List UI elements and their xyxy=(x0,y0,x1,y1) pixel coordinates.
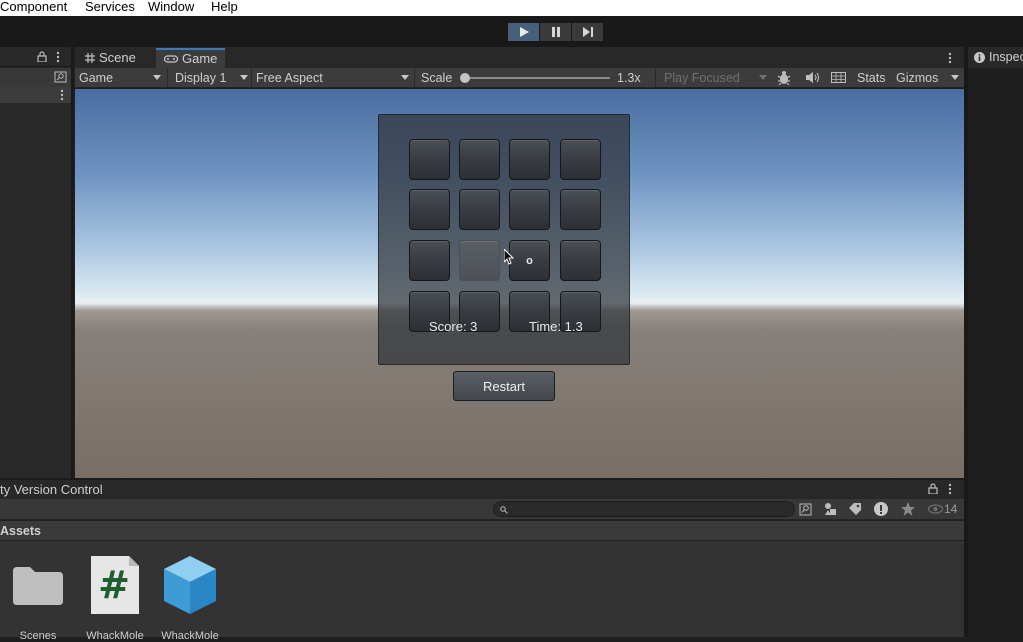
mole-hole-button[interactable] xyxy=(509,189,550,230)
label-tag-icon[interactable] xyxy=(849,503,862,515)
menu-services[interactable]: Services xyxy=(85,0,135,15)
gamepad-icon xyxy=(164,55,178,63)
game-viewport[interactable]: o Score: 3 Time: 1.3 Restart xyxy=(75,89,964,478)
hidden-packages-count: 14 xyxy=(944,502,958,516)
view-dropdown[interactable]: Game xyxy=(79,70,113,86)
mole-hole-button[interactable] xyxy=(459,139,500,180)
tab-version-control[interactable]: ty Version Control xyxy=(0,482,103,497)
assets-breadcrumb: Assets xyxy=(0,521,964,541)
score-text: Score: 3 xyxy=(429,319,478,334)
inspector-title: Inspector xyxy=(989,50,1023,64)
gizmos-button[interactable]: Gizmos xyxy=(896,70,938,86)
project-toolbar: 14 xyxy=(0,499,964,520)
search-by-type-icon[interactable] xyxy=(799,503,812,516)
mole-hole-button[interactable] xyxy=(560,139,601,180)
pause-button[interactable] xyxy=(540,23,571,41)
stats-button[interactable]: Stats xyxy=(857,70,886,86)
mole-hole-button[interactable] xyxy=(509,139,550,180)
scale-slider-track[interactable] xyxy=(464,77,610,79)
scale-label: Scale xyxy=(421,71,453,85)
kebab-menu-icon[interactable] xyxy=(56,51,60,63)
asset-label: WhackMole xyxy=(86,630,144,642)
tab-game-label: Game xyxy=(182,51,218,66)
view-tabs: Scene Game xyxy=(75,47,964,68)
grid-hash-icon xyxy=(85,53,95,63)
breadcrumb-assets[interactable]: Assets xyxy=(0,524,41,538)
mole-hole-button[interactable] xyxy=(459,189,500,230)
warning-info-icon[interactable] xyxy=(874,502,888,516)
bug-icon[interactable] xyxy=(777,70,791,85)
hierarchy-panel xyxy=(0,47,73,478)
chevron-down-icon xyxy=(759,75,767,80)
folder-icon xyxy=(13,567,63,605)
menu-bar: Component Services Window Help xyxy=(0,0,1023,16)
mole-grid-panel: o xyxy=(378,114,630,365)
scale-value: 1.3x xyxy=(617,71,641,85)
display-dropdown[interactable]: Display 1 xyxy=(175,70,226,86)
tab-inspector[interactable]: Inspector xyxy=(968,47,1023,68)
eye-hidden-icon[interactable] xyxy=(928,504,943,514)
hierarchy-scene-row[interactable] xyxy=(0,87,73,103)
step-icon xyxy=(582,27,593,37)
main-toolbar xyxy=(0,16,1023,47)
play-icon xyxy=(519,27,529,37)
assets-grid: Scenes # WhackMole WhackMole xyxy=(0,541,964,642)
scale-slider-handle[interactable] xyxy=(460,73,470,83)
bottom-tabs: ty Version Control xyxy=(0,478,964,499)
asset-label: WhackMole xyxy=(161,630,219,642)
mole-hole-button[interactable] xyxy=(409,189,450,230)
kebab-menu-icon[interactable] xyxy=(948,52,952,64)
chevron-down-icon xyxy=(401,75,409,80)
restart-button[interactable]: Restart xyxy=(453,371,555,401)
step-button[interactable] xyxy=(572,23,603,41)
search-filter-icon[interactable] xyxy=(54,71,67,83)
chevron-down-icon xyxy=(153,75,161,80)
filter-by-type-icon[interactable] xyxy=(824,502,837,516)
favorite-star-icon[interactable] xyxy=(901,502,915,516)
audio-speaker-icon[interactable] xyxy=(806,72,820,83)
search-icon xyxy=(500,506,508,514)
play-button[interactable] xyxy=(508,23,539,41)
asset-label: Scenes xyxy=(19,630,57,642)
mole-hole-button[interactable] xyxy=(409,240,450,281)
lock-icon[interactable] xyxy=(37,51,47,62)
kebab-menu-icon[interactable] xyxy=(948,483,952,495)
prefab-cube-icon xyxy=(164,556,216,614)
info-icon xyxy=(974,52,985,63)
time-text: Time: 1.3 xyxy=(529,319,583,334)
csharp-script-icon: # xyxy=(91,556,139,614)
aspect-dropdown[interactable]: Free Aspect xyxy=(256,70,323,86)
menu-window[interactable]: Window xyxy=(148,0,194,15)
chevron-down-icon xyxy=(240,75,248,80)
aspect-grid-icon[interactable] xyxy=(831,72,846,83)
pause-icon xyxy=(551,27,560,37)
kebab-menu-icon[interactable] xyxy=(60,89,64,101)
menu-component[interactable]: Component xyxy=(0,0,67,15)
hierarchy-search-row xyxy=(0,68,73,87)
svg-text:#: # xyxy=(98,563,130,607)
mole-hole-button[interactable] xyxy=(459,240,500,281)
chevron-down-icon xyxy=(951,75,959,80)
tab-game[interactable]: Game xyxy=(156,48,226,68)
hierarchy-tab-row xyxy=(0,47,73,67)
panel-divider[interactable] xyxy=(71,47,73,478)
mole-hole-button[interactable] xyxy=(560,240,601,281)
panel-divider[interactable] xyxy=(964,47,968,637)
mouse-cursor-icon xyxy=(504,249,515,265)
game-view-toolbar: Game Display 1 Free Aspect Scale 1.3x Pl… xyxy=(75,68,964,88)
project-search-input[interactable] xyxy=(493,501,795,517)
tab-scene-label: Scene xyxy=(99,50,136,65)
menu-help[interactable]: Help xyxy=(211,0,238,15)
inspector-panel: Inspector xyxy=(964,47,1023,637)
mole-hole-button[interactable] xyxy=(560,189,601,230)
play-mode-dropdown[interactable]: Play Focused xyxy=(664,70,740,86)
mole-hole-button[interactable]: o xyxy=(509,240,550,281)
mole-hole-button[interactable] xyxy=(409,139,450,180)
lock-icon[interactable] xyxy=(928,483,938,494)
tab-scene[interactable]: Scene xyxy=(77,48,144,68)
